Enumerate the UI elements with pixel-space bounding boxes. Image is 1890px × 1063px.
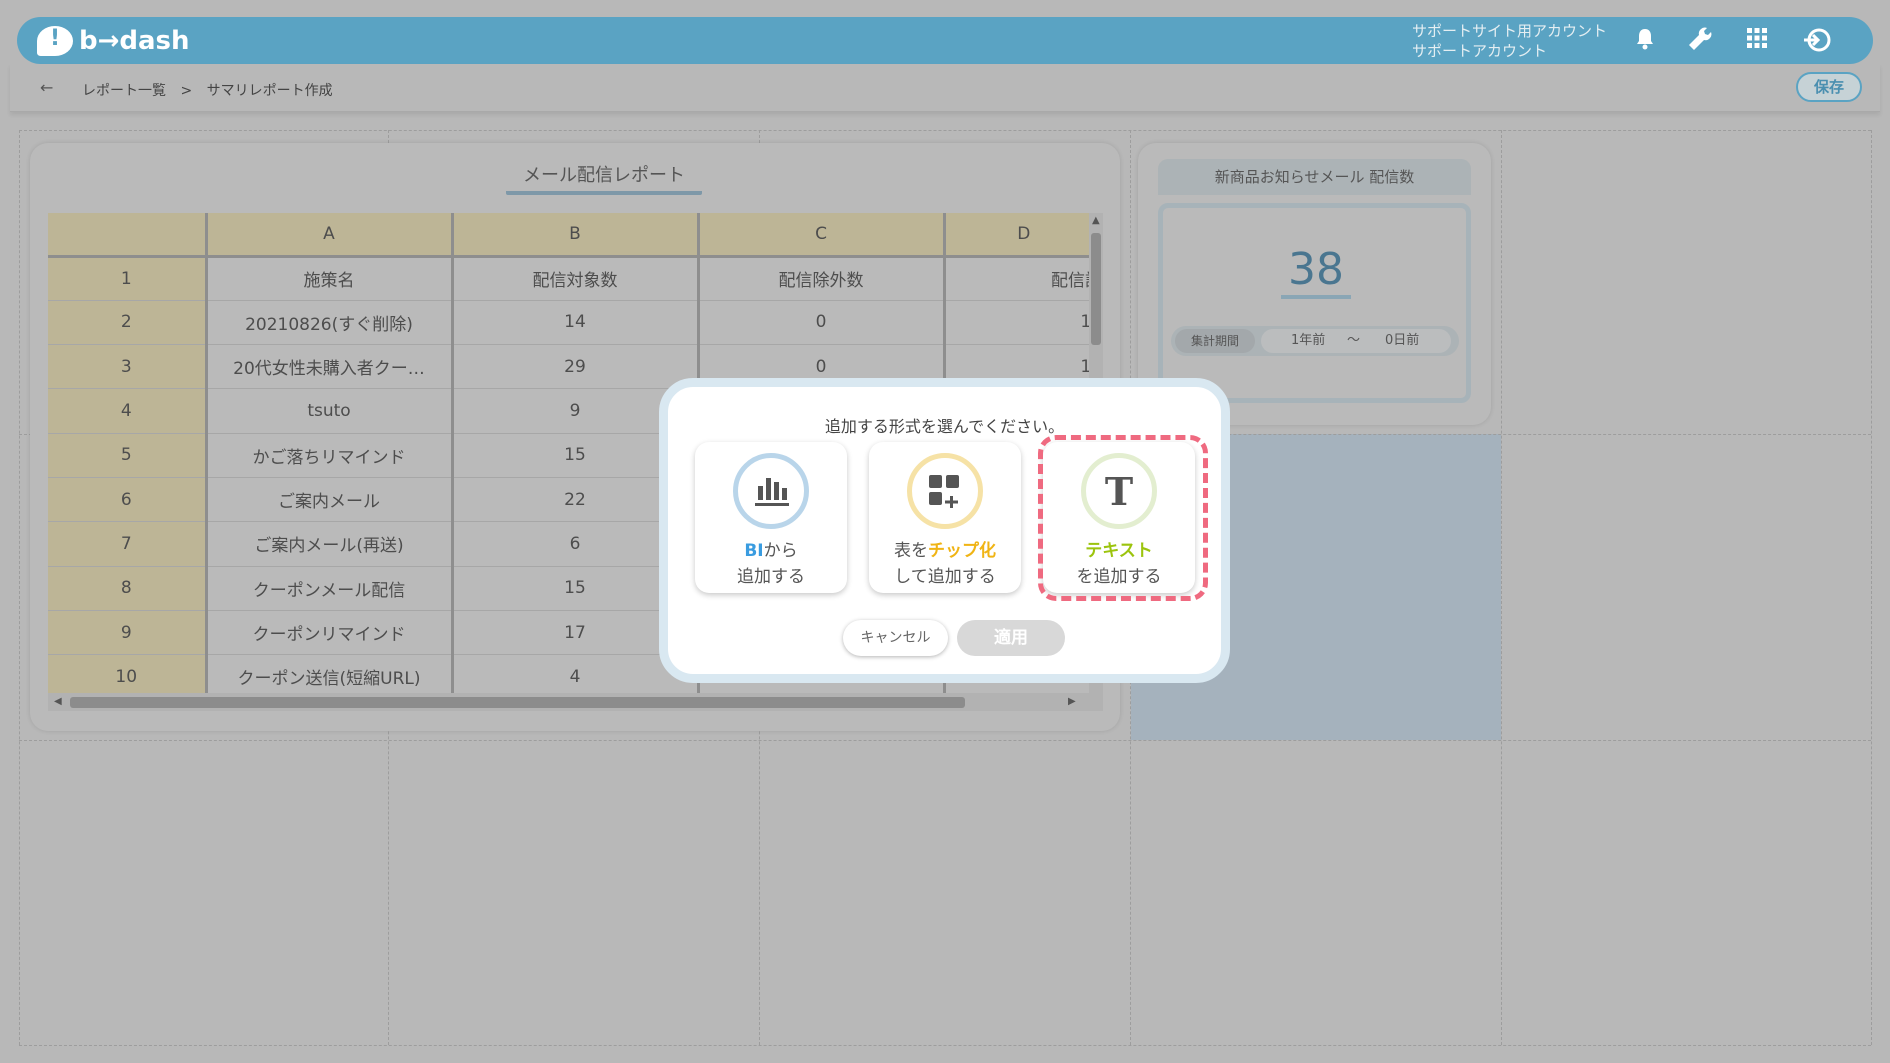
grid-line [19,130,20,1045]
chip-option-prefix: 表を [894,541,928,561]
chip-option-highlight: チップ化 [928,541,996,561]
row-header[interactable]: 1 [48,256,208,301]
grid-line [19,1045,1871,1046]
row-header[interactable]: 10 [48,654,208,693]
table-cell[interactable]: 10 [944,300,1102,346]
table-cell[interactable]: ご案内メール(再送) [206,521,454,567]
table-cell[interactable]: クーポンリマインド [206,610,454,656]
table-cell[interactable]: 20代女性未購入者クー… [206,344,454,390]
dialog-prompt: 追加する形式を選んでください。 [824,417,1065,436]
apply-button[interactable]: 適用 [957,620,1065,656]
row-header[interactable]: 6 [48,477,208,523]
row-header[interactable]: 7 [48,521,208,567]
app-header: b→dash サポートサイト用アカウント サポートアカウント [17,17,1873,64]
bi-option-highlight: BI [744,541,764,561]
grid-line [1501,130,1502,1045]
corner-cell[interactable] [48,213,208,258]
table-cell[interactable]: クーポンメール配信 [206,566,454,611]
column-header[interactable]: A [206,213,454,258]
bell-icon[interactable] [1629,27,1661,55]
account-name-line1: サポートサイト用アカウント [1411,22,1607,40]
scroll-left-arrow-icon[interactable]: ◀ [54,696,62,707]
chip-option-line2: して追加する [894,567,996,587]
text-option-selection-highlight [1038,435,1208,601]
horizontal-scroll-thumb[interactable] [70,697,965,708]
app-grid-icon[interactable] [1741,27,1773,55]
grid-line [1871,130,1872,1045]
bi-option-label: BIから 追加する [695,538,847,590]
column-header[interactable]: D [944,213,1102,258]
logo-bubble-icon [37,25,73,56]
breadcrumb-separator: > [180,83,193,99]
app-logo[interactable]: b→dash [37,25,190,56]
table-cell[interactable]: 配信除外数 [698,256,946,301]
table-cell[interactable]: 配信対象数 [452,256,700,301]
table-cell[interactable]: 20210826(すぐ削除) [206,300,454,346]
column-header[interactable]: B [452,213,700,258]
table-cell[interactable]: 施策名 [206,256,454,301]
period-label: 集計期間 [1175,329,1255,353]
bi-option-line2: 追加する [737,567,805,587]
cancel-button[interactable]: キャンセル [843,620,948,656]
grid-line [19,130,1871,131]
horizontal-scrollbar[interactable]: ◀ ▶ [48,693,1103,711]
breadcrumb-report-list[interactable]: レポート一覧 [82,83,166,99]
grid-line [19,740,1871,741]
table-row: 220210826(すぐ削除)14010 [48,300,1102,346]
add-from-bi-option[interactable]: BIから 追加する [695,442,847,593]
period-range[interactable]: 1年前 ～ 0日前 [1261,329,1451,353]
add-table-chip-option[interactable]: 表をチップ化 して追加する [869,442,1021,593]
period-selector[interactable]: 集計期間 1年前 ～ 0日前 [1171,326,1459,356]
table-cell[interactable]: 配信試 [944,256,1102,301]
chip-option-label: 表をチップ化 して追加する [869,538,1021,590]
add-format-dialog: 追加する形式を選んでください。 BIから 追加する 表をチップ化 して追加する … [659,378,1230,683]
table-cell[interactable]: tsuto [206,388,454,434]
table-cell[interactable]: かご落ちリマインド [206,433,454,478]
bar-chart-icon [733,453,809,529]
table-cell[interactable]: ご案内メール [206,477,454,523]
column-header[interactable]: C [698,213,946,258]
period-from: 1年前 [1291,333,1326,348]
account-name-line2: サポートアカウント [1411,42,1547,60]
table-cell[interactable]: クーポン送信(短縮URL) [206,654,454,693]
back-arrow-icon[interactable]: ← [40,78,53,97]
chip-value: 38 [1281,244,1351,299]
table-cell[interactable]: 0 [698,300,946,346]
table-cell[interactable]: 29 [452,344,700,390]
period-to: 0日前 [1385,333,1420,348]
account-info[interactable]: サポートサイト用アカウント サポートアカウント [1412,21,1607,61]
logout-icon[interactable] [1801,27,1833,55]
scroll-up-arrow-icon[interactable]: ▲ [1092,215,1100,226]
chip-body: 38 集計期間 1年前 ～ 0日前 [1158,203,1471,403]
row-header[interactable]: 5 [48,433,208,478]
period-separator: ～ [1347,333,1361,348]
breadcrumb-bar: ← レポート一覧 > サマリレポート作成 保存 [10,64,1880,112]
chip-title: 新商品お知らせメール 配信数 [1158,159,1471,195]
row-header[interactable]: 9 [48,610,208,656]
table-cell[interactable]: 14 [452,300,700,346]
row-header[interactable]: 3 [48,344,208,390]
save-button[interactable]: 保存 [1796,72,1862,102]
chip-grid-plus-icon [907,453,983,529]
breadcrumb-current: サマリレポート作成 [206,83,333,99]
breadcrumb: レポート一覧 > サマリレポート作成 [82,80,343,100]
scroll-right-arrow-icon[interactable]: ▶ [1068,696,1076,707]
card-title[interactable]: メール配信レポート [506,161,702,195]
vertical-scroll-thumb[interactable] [1091,233,1101,345]
wrench-icon[interactable] [1685,27,1717,55]
table-row: 1 施策名 配信対象数 配信除外数 配信試 [48,256,1102,301]
row-header[interactable]: 4 [48,388,208,434]
row-header[interactable]: 2 [48,300,208,346]
logo-text: b→dash [79,25,190,56]
column-header-row: ABCD [48,213,1102,258]
bi-option-rest: から [763,541,798,561]
row-header[interactable]: 8 [48,566,208,611]
